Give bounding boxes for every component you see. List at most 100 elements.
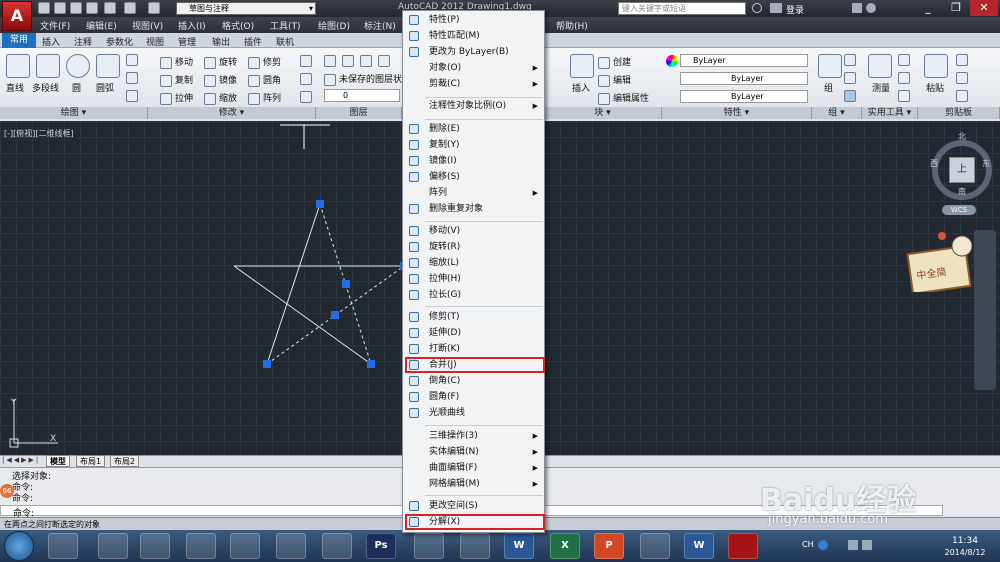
taskbar-powerpoint-icon[interactable]: P (594, 533, 624, 559)
edit-attribute-button[interactable]: 编辑属性 (598, 91, 649, 105)
polyline-icon[interactable] (36, 54, 60, 78)
line-icon[interactable] (6, 54, 30, 78)
create-block-button[interactable]: 创建 (598, 55, 631, 69)
panel-clipboard-title[interactable]: 剪贴板 (918, 107, 1000, 119)
id-point-icon[interactable] (898, 72, 910, 84)
group-icon[interactable] (818, 54, 842, 78)
menu-item-rotate[interactable]: 旋转(R) (403, 239, 544, 255)
taskbar-folder-icon[interactable] (186, 533, 216, 559)
arc-button[interactable]: 圆弧 (96, 81, 114, 94)
tab-plugins[interactable]: 插件 (244, 35, 262, 48)
menu-item-scale[interactable]: 缩放(L) (403, 255, 544, 271)
menu-item-lengthen[interactable]: 拉长(G) (403, 287, 544, 303)
linetype-select[interactable]: ByLayer (680, 72, 808, 85)
app-menu-button[interactable]: A (2, 1, 32, 31)
menu-dimension[interactable]: 标注(N) (364, 19, 396, 32)
wcs-menu[interactable]: WCS (942, 205, 976, 215)
ellipse-icon[interactable] (126, 72, 138, 84)
measure-icon[interactable] (868, 54, 892, 78)
quick-select-icon[interactable] (898, 54, 910, 66)
taskbar-player-icon[interactable] (230, 533, 260, 559)
menu-item-change-space[interactable]: 更改空间(S) (403, 498, 544, 514)
workspace-select[interactable]: 草图与注释 (176, 2, 316, 15)
circle-button[interactable]: 圆 (72, 81, 81, 94)
menu-help[interactable]: 帮助(H) (556, 19, 588, 32)
login-link[interactable]: 登录 (786, 3, 804, 16)
viewcube-top-face[interactable]: 上 (949, 157, 975, 183)
redo-icon[interactable] (148, 2, 160, 14)
search-input[interactable]: 键入关键字或短语 (618, 2, 746, 15)
save-icon[interactable] (70, 2, 82, 14)
menu-item-solid-editing[interactable]: 实体编辑(N) ▶ (403, 444, 544, 460)
help-icon[interactable] (866, 3, 876, 13)
menu-item-extend[interactable]: 延伸(D) (403, 325, 544, 341)
menu-edit[interactable]: 编辑(E) (86, 19, 117, 32)
panel-utilities-title[interactable]: 实用工具 ▾ (862, 107, 918, 119)
taskbar-cloud-icon[interactable] (322, 533, 352, 559)
menu-item-delete-duplicates[interactable]: 删除重复对象 (403, 201, 544, 217)
tab-online[interactable]: 联机 (276, 35, 294, 48)
copy-button[interactable]: 复制 (160, 73, 193, 87)
tab-parametric[interactable]: 参数化 (106, 35, 133, 48)
panel-layers-title[interactable]: 图层 (316, 107, 402, 119)
menu-item-surface-editing[interactable]: 曲面编辑(F) ▶ (403, 460, 544, 476)
menu-item-array[interactable]: 阵列 ▶ (403, 185, 544, 201)
match-properties-icon[interactable] (956, 90, 968, 102)
paste-icon[interactable] (924, 54, 948, 78)
menu-item-copy[interactable]: 复制(Y) (403, 137, 544, 153)
taskbar-ie-icon[interactable] (98, 533, 128, 559)
menu-tools[interactable]: 工具(T) (270, 19, 301, 32)
compass-west[interactable]: 西 (930, 158, 938, 169)
taskbar-autocad-icon[interactable] (728, 533, 758, 559)
layer-freeze-icon[interactable] (378, 55, 390, 67)
polygon-icon[interactable] (126, 54, 138, 66)
search-icon[interactable] (752, 3, 762, 13)
panel-group-title[interactable]: 组 ▾ (812, 107, 862, 119)
new-icon[interactable] (38, 2, 50, 14)
menu-file[interactable]: 文件(F) (40, 19, 70, 32)
calculator-icon[interactable] (898, 90, 910, 102)
stretch-button[interactable]: 拉伸 (160, 91, 193, 105)
menu-draw[interactable]: 绘图(D) (318, 19, 350, 32)
save-as-icon[interactable] (86, 2, 98, 14)
tray-volume-icon[interactable] (862, 540, 872, 550)
layer-properties-icon[interactable] (324, 55, 336, 67)
erase-icon[interactable] (300, 55, 312, 67)
menu-item-stretch[interactable]: 拉伸(H) (403, 271, 544, 287)
explode-icon[interactable] (300, 73, 312, 85)
measure-button[interactable]: 测量 (872, 81, 890, 94)
color-select[interactable]: ByLayer (680, 54, 808, 67)
group-select-icon[interactable] (844, 90, 856, 102)
open-icon[interactable] (54, 2, 66, 14)
group-button[interactable]: 组 (824, 81, 833, 94)
tab-output[interactable]: 输出 (212, 35, 230, 48)
scale-button[interactable]: 缩放 (204, 91, 237, 105)
taskbar-word-icon[interactable]: W (504, 533, 534, 559)
menu-format[interactable]: 格式(O) (222, 19, 254, 32)
taskbar-excel-icon[interactable]: X (550, 533, 580, 559)
taskbar-app-icon[interactable] (48, 533, 78, 559)
tab-layout1[interactable]: 布局1 (76, 455, 106, 467)
taskbar-paint-icon[interactable] (640, 533, 670, 559)
menu-item-mirror[interactable]: 镜像(I) (403, 153, 544, 169)
clock-date[interactable]: 2014/8/12 (940, 548, 990, 557)
tab-home[interactable]: 常用 (2, 33, 36, 48)
move-button[interactable]: 移动 (160, 55, 193, 69)
tab-model[interactable]: 模型 (46, 455, 70, 467)
minimize-button[interactable]: _ (914, 0, 942, 16)
menu-item-properties[interactable]: 特性(P) (403, 12, 544, 28)
menu-item-clip[interactable]: 剪裁(C) ▶ (403, 76, 544, 92)
line-button[interactable]: 直线 (6, 81, 24, 94)
menu-item-blend-curves[interactable]: 光顺曲线 (403, 405, 544, 421)
menu-item-offset[interactable]: 偏移(S) (403, 169, 544, 185)
compass-east[interactable]: 东 (982, 158, 990, 169)
start-button[interactable] (4, 531, 34, 561)
insert-block-button[interactable]: 插入 (572, 81, 590, 94)
undo-icon[interactable] (124, 2, 136, 14)
clock-time[interactable]: 11:34 (940, 536, 990, 546)
fillet-button[interactable]: 圆角 (248, 73, 281, 87)
menu-item-mesh-editing[interactable]: 网格编辑(M) ▶ (403, 476, 544, 492)
taskbar-wps-icon[interactable]: W (684, 533, 714, 559)
compass-south[interactable]: 南 (958, 186, 966, 197)
copy-clip-icon[interactable] (956, 72, 968, 84)
